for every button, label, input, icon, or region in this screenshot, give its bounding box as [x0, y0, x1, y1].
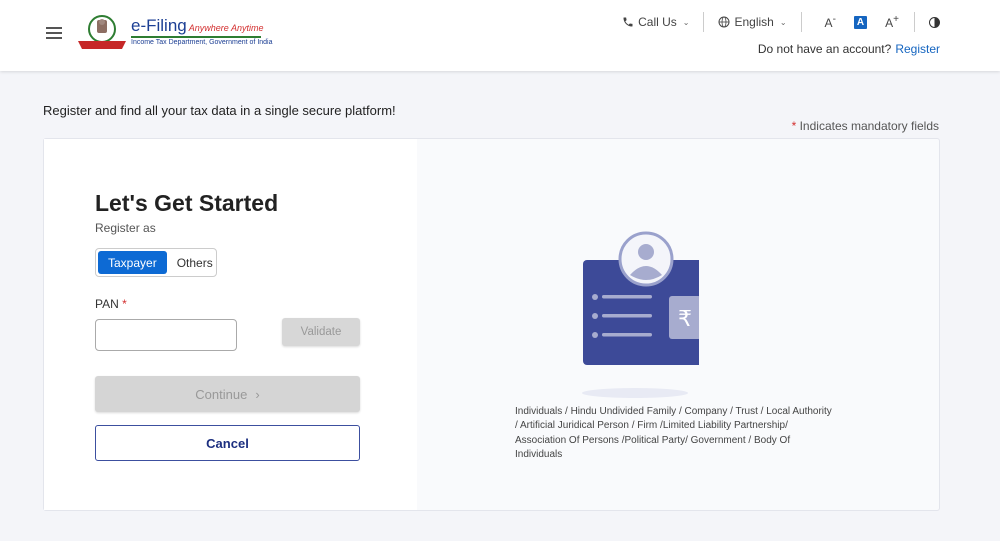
avatar-head [638, 244, 654, 260]
language-dropdown[interactable]: English ⌄ [718, 15, 787, 29]
account-prompt: Do not have an account? Register [757, 42, 940, 56]
logo-subtitle: Income Tax Department, Government of Ind… [131, 39, 273, 46]
id-card-illustration: ₹ [582, 231, 699, 398]
cancel-button[interactable]: Cancel [95, 425, 360, 461]
default-font-button[interactable]: A [853, 15, 868, 29]
entity-types-description: Individuals / Hindu Undivided Family / C… [515, 406, 832, 460]
efiling-logo[interactable]: e-Filing Anywhere Anytime Income Tax Depa… [76, 14, 273, 54]
pan-label: PAN * [95, 297, 127, 311]
contrast-toggle-icon[interactable] [929, 16, 940, 28]
globe-icon [718, 16, 730, 28]
chevron-down-icon: ⌄ [779, 17, 787, 27]
shadow [582, 388, 688, 398]
site-header: e-Filing Anywhere Anytime Income Tax Depa… [0, 0, 1000, 71]
chevron-down-icon: ⌄ [682, 17, 690, 27]
logo-title: e-Filing Anywhere Anytime [131, 16, 264, 35]
register-as-toggle: Taxpayer Others [95, 248, 217, 277]
page-title: Let's Get Started [95, 190, 279, 216]
rupee-icon: ₹ [678, 307, 692, 332]
increase-font-button[interactable]: A+ [885, 14, 899, 30]
chevron-right-icon: › [255, 386, 260, 402]
call-us-label: Call Us [638, 15, 677, 29]
mandatory-note: * Indicates mandatory fields [791, 119, 939, 133]
phone-icon [623, 17, 633, 27]
call-us-dropdown[interactable]: Call Us ⌄ [622, 15, 689, 29]
menu-icon[interactable] [46, 27, 62, 39]
validate-button[interactable]: Validate [282, 318, 360, 346]
emblem-icon [78, 15, 126, 49]
register-as-label: Register as [95, 221, 156, 235]
language-label: English [734, 15, 774, 29]
taxpayer-option[interactable]: Taxpayer [98, 251, 167, 274]
others-option[interactable]: Others [167, 251, 223, 274]
page-tagline: Register and find all your tax data in a… [43, 103, 396, 118]
registration-form: Let's Get Started Register as Taxpayer O… [44, 139, 417, 510]
pan-input[interactable] [95, 319, 237, 351]
continue-button[interactable]: Continue › [95, 376, 360, 412]
top-utility-bar: Call Us ⌄ English ⌄ A- A A+ [622, 12, 940, 32]
decrease-font-button[interactable]: A- [825, 14, 836, 30]
register-link[interactable]: Register [895, 42, 940, 56]
